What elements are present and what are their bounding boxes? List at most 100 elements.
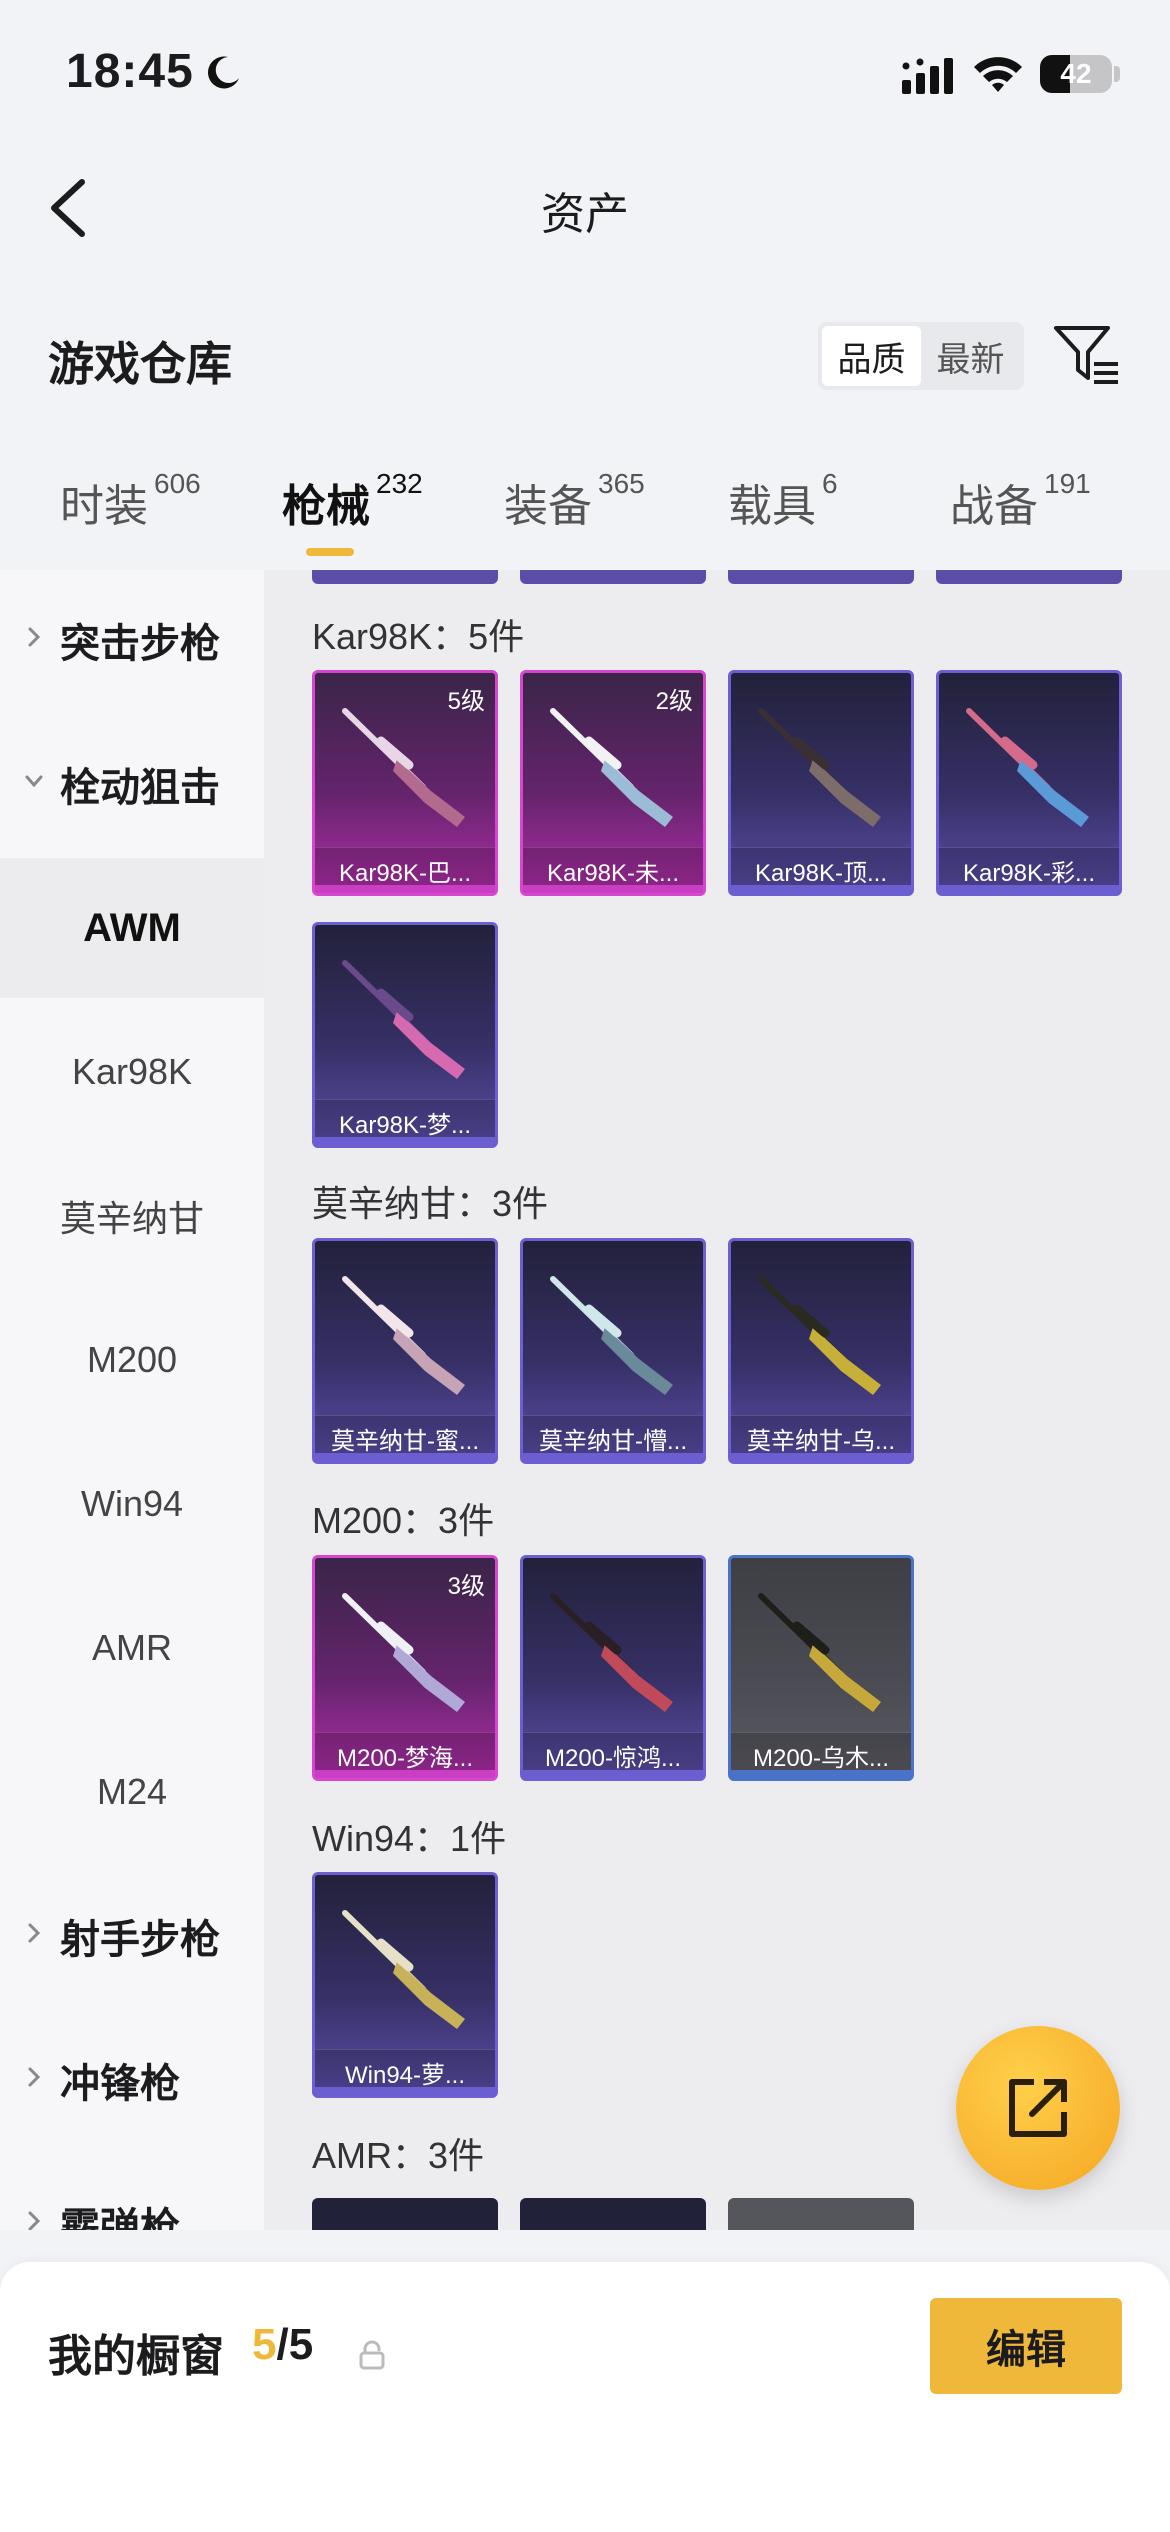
active-tab-indicator <box>306 548 354 556</box>
chevron-right-icon <box>28 2211 41 2230</box>
share-external-icon <box>1009 2079 1067 2137</box>
rifle-icon <box>550 1593 673 1712</box>
level-badge: 2级 <box>655 688 693 715</box>
card-peek <box>728 570 914 584</box>
weapon-category-sidebar: 突击步枪 栓动狙击 AWM Kar98K 莫辛纳甘 M200 Win94 AMR… <box>0 570 264 2230</box>
rarity-bar <box>315 1453 495 1461</box>
battery-cap <box>1114 66 1120 82</box>
rarity-bar <box>315 1770 495 1778</box>
chevron-right-icon <box>28 2067 41 2087</box>
share-button[interactable] <box>956 2026 1120 2190</box>
status-time: 18:45 <box>66 45 194 98</box>
sidebar-item-amr[interactable]: AMR <box>0 1578 264 1718</box>
rarity-bar <box>315 885 495 893</box>
battery-icon: 42 <box>1040 55 1112 93</box>
rarity-bar <box>315 2087 495 2095</box>
sidebar-item-m200[interactable]: M200 <box>0 1290 264 1430</box>
weapon-card[interactable]: M200-惊鸿... <box>520 1555 706 1781</box>
sidebar-group-assault-rifles[interactable]: 突击步枪 <box>0 570 264 710</box>
wifi-icon <box>974 57 1022 92</box>
status-bar: 18:45 42 <box>0 0 1170 150</box>
weapon-card[interactable]: 莫辛纳甘-懵... <box>520 1238 706 1464</box>
card-peek <box>520 2198 706 2230</box>
weapon-card[interactable]: Kar98K-彩... <box>936 670 1122 896</box>
rifle-icon <box>550 708 673 827</box>
card-peek <box>936 570 1122 584</box>
tab-count: 365 <box>598 468 645 499</box>
lock-icon <box>359 2340 385 2370</box>
rifle-icon <box>342 1276 465 1395</box>
tab-count: 606 <box>154 468 201 499</box>
sidebar-item-awm[interactable]: AWM <box>0 858 264 998</box>
group-label-kar98k: Kar98K：5件 <box>312 616 525 657</box>
chevron-right-icon <box>28 627 41 647</box>
weapon-card[interactable]: 2级 Kar98K-未... <box>520 670 706 896</box>
sidebar-item-mosin[interactable]: 莫辛纳甘 <box>0 1146 264 1286</box>
tab-label: 战备 <box>950 482 1038 531</box>
weapon-card[interactable]: Kar98K-梦... <box>312 922 498 1148</box>
sidebar-label: 射手步枪 <box>60 1918 220 1962</box>
sidebar-label: 冲锋枪 <box>60 2062 180 2106</box>
weapon-card[interactable]: Win94-萝... <box>312 1872 498 2098</box>
weapon-card[interactable]: 莫辛纳甘-蜜... <box>312 1238 498 1464</box>
sidebar-label: 突击步枪 <box>60 622 220 666</box>
filter-icon[interactable] <box>1052 322 1122 388</box>
rifle-icon <box>342 1910 465 2029</box>
sort-toggle: 品质 最新 <box>818 322 1024 390</box>
sidebar-group-smg[interactable]: 冲锋枪 <box>0 2010 264 2150</box>
rifle-icon <box>550 1276 673 1395</box>
level-badge: 3级 <box>447 1573 485 1600</box>
sidebar-item-win94[interactable]: Win94 <box>0 1434 264 1574</box>
battery-percent: 42 <box>1060 58 1092 89</box>
showcase-total: /5 <box>276 2320 314 2369</box>
card-peek <box>520 570 706 584</box>
weapon-card[interactable]: 5级 Kar98K-巴... <box>312 670 498 896</box>
sidebar-group-shotgun[interactable]: 霰弹枪 <box>0 2154 264 2230</box>
card-peek <box>312 570 498 584</box>
sort-by-newest[interactable]: 最新 <box>921 326 1020 386</box>
rifle-icon <box>758 708 881 827</box>
group-label-m200: M200：3件 <box>312 1500 495 1541</box>
tab-count: 191 <box>1044 468 1091 499</box>
rarity-bar <box>731 1453 911 1461</box>
group-label-amr: AMR：3件 <box>312 2135 485 2176</box>
tab-supplies[interactable]: 战备 191 <box>950 468 1091 534</box>
chevron-right-icon <box>28 1923 41 1943</box>
tab-guns[interactable]: 枪械 232 <box>282 468 423 534</box>
weapon-card[interactable]: M200-乌木... <box>728 1555 914 1781</box>
rarity-bar <box>939 885 1119 893</box>
page-title: 资产 <box>541 190 629 239</box>
weapon-card[interactable]: 3级 M200-梦海... <box>312 1555 498 1781</box>
category-tabs: 时装 606 枪械 232 装备 365 载具 6 战备 191 <box>0 468 1170 570</box>
sidebar-label: 栓动狙击 <box>60 766 220 810</box>
sidebar-label: 霰弹枪 <box>60 2206 180 2230</box>
rifle-icon <box>966 708 1089 827</box>
group-label-mosin: 莫辛纳甘：3件 <box>312 1183 549 1224</box>
rarity-bar <box>731 885 911 893</box>
weapon-grid: Kar98K：5件 莫辛纳甘：3件 M200：3件 Win94：1件 AMR：3… <box>264 570 1170 2230</box>
sidebar-group-bolt-snipers[interactable]: 栓动狙击 <box>0 714 264 854</box>
rarity-bar <box>523 885 703 893</box>
tab-fashion[interactable]: 时装 606 <box>60 468 201 534</box>
level-badge: 5级 <box>447 688 485 715</box>
rifle-icon <box>342 960 465 1079</box>
chevron-down-icon <box>25 775 43 788</box>
showcase-count: 5/5 <box>252 2320 313 2370</box>
rifle-icon <box>342 1593 465 1712</box>
card-peek <box>312 2198 498 2230</box>
card-peek <box>728 2198 914 2230</box>
weapon-card[interactable]: Kar98K-顶... <box>728 670 914 896</box>
showcase-title: 我的橱窗 <box>48 2332 224 2381</box>
rarity-bar <box>523 1770 703 1778</box>
sort-by-quality[interactable]: 品质 <box>822 326 921 386</box>
sidebar-item-m24[interactable]: M24 <box>0 1722 264 1862</box>
edit-button[interactable]: 编辑 <box>930 2298 1122 2394</box>
tab-vehicles[interactable]: 载具 6 <box>728 468 838 534</box>
rifle-icon <box>342 708 465 827</box>
sidebar-group-marksman[interactable]: 射手步枪 <box>0 1866 264 2006</box>
tab-equipment[interactable]: 装备 365 <box>504 468 645 534</box>
tab-label: 装备 <box>504 482 592 531</box>
rarity-bar <box>315 1137 495 1145</box>
weapon-card[interactable]: 莫辛纳甘-乌... <box>728 1238 914 1464</box>
sidebar-item-kar98k[interactable]: Kar98K <box>0 1002 264 1142</box>
